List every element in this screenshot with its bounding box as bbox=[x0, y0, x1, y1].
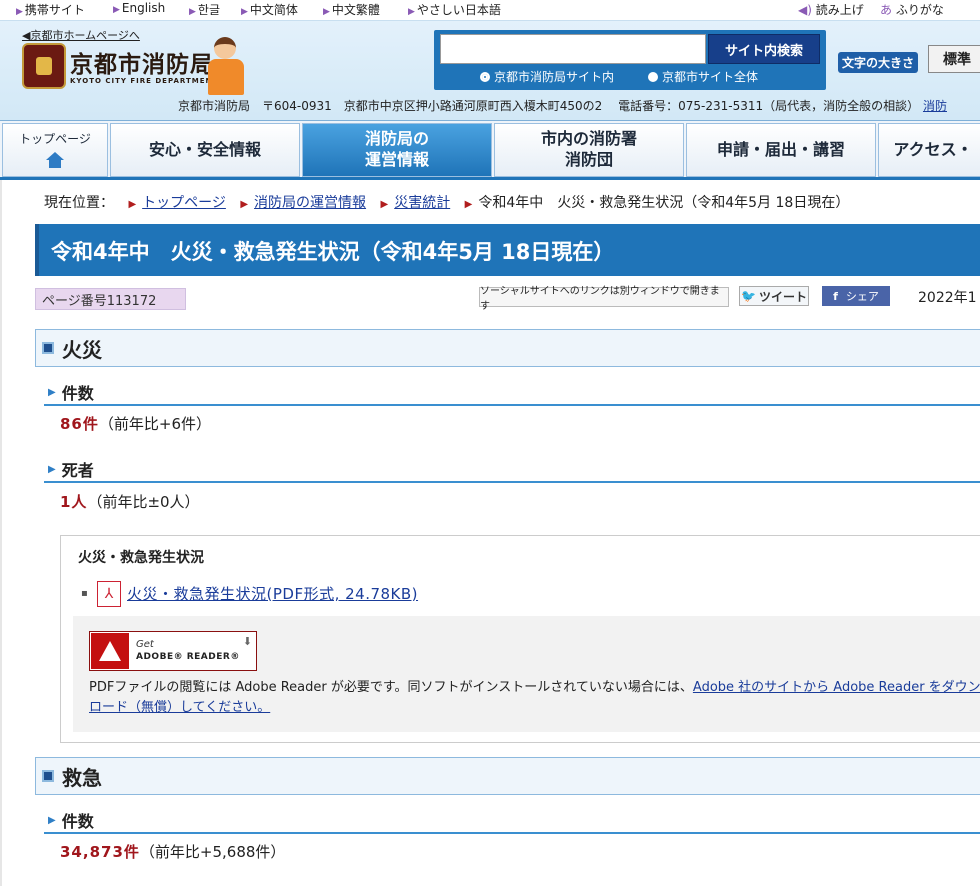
pdf-icon: ⅄ bbox=[97, 581, 121, 607]
font-size-label: 文字の大きさ bbox=[838, 52, 919, 73]
breadcrumb-link-statistics[interactable]: 災害統計 bbox=[394, 195, 450, 211]
triangle-icon: ▶ bbox=[189, 7, 196, 17]
triangle-icon: ▶ bbox=[16, 7, 23, 17]
triangle-icon: ▶ bbox=[240, 199, 249, 210]
consultation-link[interactable]: 消防 bbox=[923, 99, 947, 113]
search-scope-kyoto-city[interactable]: 京都市サイト全体 bbox=[648, 68, 758, 85]
breadcrumb-current: 令和4年中 火災・救急発生状況（令和4年5月 18日現在） bbox=[478, 195, 850, 211]
breadcrumb-link-top[interactable]: トップページ bbox=[142, 195, 226, 211]
mascot-image bbox=[204, 37, 250, 99]
triangle-icon: ▶ bbox=[48, 814, 56, 826]
breadcrumb-link-operations[interactable]: 消防局の運営情報 bbox=[254, 195, 366, 211]
square-bullet-icon bbox=[42, 770, 54, 782]
radio-selected-icon bbox=[480, 72, 490, 82]
triangle-icon: ▶ bbox=[48, 386, 56, 398]
read-aloud-button[interactable]: ◀) 読み上げ bbox=[798, 1, 864, 18]
pdf-download-link[interactable]: 火災・救急発生状況(PDF形式, 24.78KB) bbox=[127, 583, 418, 604]
lang-easy-japanese[interactable]: ▶ やさしい日本語 bbox=[408, 1, 501, 18]
adobe-reader-text: PDFファイルの閲覧には Adobe Reader が必要です。同ソフトがインス… bbox=[89, 680, 980, 715]
social-link-note: ソーシャルサイトへのリンクは別ウィンドウで開きます bbox=[479, 286, 729, 312]
subheading-ems-count: ▶ 件数 bbox=[44, 808, 980, 834]
section-heading-fire: 火災 bbox=[35, 329, 980, 367]
nav-safety-info[interactable]: 安心・安全情報 bbox=[110, 123, 300, 177]
fire-deaths-stat: 1人（前年比±0人） bbox=[60, 493, 200, 511]
triangle-icon: ▶ bbox=[380, 199, 389, 210]
section-heading-ems: 救急 bbox=[35, 757, 980, 795]
ems-count-stat: 34,873件（前年比+5,688件） bbox=[60, 843, 286, 861]
site-search-button[interactable]: サイト内検索 bbox=[708, 34, 820, 64]
nav-access[interactable]: アクセス・ bbox=[878, 123, 980, 177]
lang-chinese-traditional[interactable]: ▶ 中文繁體 bbox=[323, 1, 380, 18]
utility-bar: ▶ 携帯サイト ▶ English ▶ 한글 ▶ 中文简体 ▶ 中文繁體 ▶ やさしい日本語… bbox=[0, 0, 980, 20]
furigana-icon: あ bbox=[880, 3, 893, 17]
triangle-icon: ▶ bbox=[48, 463, 56, 475]
lang-chinese-simplified[interactable]: ▶ 中文简体 bbox=[241, 1, 298, 18]
facebook-icon: f bbox=[833, 289, 838, 303]
triangle-icon: ▶ bbox=[241, 7, 248, 17]
font-size-standard-button[interactable]: 標準 bbox=[928, 45, 980, 73]
subheading-fire-deaths: ▶ 死者 bbox=[44, 457, 980, 483]
square-bullet-icon bbox=[42, 342, 54, 354]
tweet-button[interactable]: 🐦 ツイート bbox=[739, 286, 809, 306]
nav-operations-info[interactable]: 消防局の 運営情報 bbox=[302, 123, 492, 177]
search-panel: サイト内検索 京都市消防局サイト内 京都市サイト全体 bbox=[434, 30, 826, 90]
breadcrumb: 現在位置： ▶ トップページ ▶ 消防局の運営情報 ▶ 災害統計 ▶ 令和4年中 火災・… bbox=[44, 195, 850, 211]
triangle-icon: ▶ bbox=[323, 7, 330, 17]
nav-top-page[interactable]: トップページ bbox=[2, 123, 108, 177]
lang-english[interactable]: ▶ English bbox=[113, 1, 165, 15]
page-left-edge bbox=[0, 180, 2, 886]
subheading-fire-count: ▶ 件数 bbox=[44, 380, 980, 406]
city-home-link[interactable]: ◀京都市ホームページへ bbox=[22, 27, 140, 43]
home-icon bbox=[46, 151, 64, 168]
search-scope-fire-dept[interactable]: 京都市消防局サイト内 bbox=[480, 68, 614, 85]
document-title: 火災・救急発生状況 bbox=[78, 550, 204, 566]
furigana-button[interactable]: あ ふりがな bbox=[880, 1, 944, 18]
document-box: 火災・救急発生状況 ▪ ⅄ 火災・救急発生状況(PDF形式, 24.78KB) … bbox=[60, 535, 980, 743]
fire-department-emblem-icon bbox=[22, 43, 66, 89]
lang-korean[interactable]: ▶ 한글 bbox=[189, 1, 220, 18]
triangle-icon: ▶ bbox=[113, 5, 120, 15]
triangle-icon: ▶ bbox=[408, 7, 415, 17]
contact-address: 京都市消防局 〒604-0931 京都市中京区押小路通河原町西入榎木町450の2… bbox=[178, 99, 947, 113]
list-bullet: ▪ bbox=[81, 588, 88, 599]
download-arrow-icon: ⬇ bbox=[242, 635, 252, 648]
adobe-logo-icon bbox=[91, 633, 129, 669]
page-number-badge: ページ番号113172 bbox=[35, 288, 186, 310]
twitter-bird-icon: 🐦 bbox=[741, 289, 756, 303]
adobe-reader-notice: Get ADOBE® READER® ⬇ PDFファイルの閲覧には Adobe … bbox=[73, 616, 980, 732]
global-nav: トップページ 安心・安全情報 消防局の 運営情報 市内の消防署 消防団 申請・届… bbox=[0, 120, 980, 180]
lang-mobile[interactable]: ▶ 携帯サイト bbox=[16, 1, 85, 18]
triangle-icon: ▶ bbox=[464, 199, 473, 210]
site-logo-subtitle: KYOTO CITY FIRE DEPARTMENT bbox=[70, 77, 219, 85]
radio-unselected-icon bbox=[648, 72, 658, 82]
update-date: 2022年1 bbox=[918, 290, 977, 306]
speaker-icon: ◀) bbox=[798, 3, 812, 17]
search-input[interactable] bbox=[440, 34, 706, 64]
nav-fire-stations[interactable]: 市内の消防署 消防団 bbox=[494, 123, 684, 177]
site-logo-title[interactable]: 京都市消防局 bbox=[70, 45, 214, 79]
fire-count-stat: 86件（前年比+6件） bbox=[60, 415, 211, 433]
facebook-share-button[interactable]: f シェア bbox=[822, 286, 890, 306]
page-title: 令和4年中 火災・救急発生状況（令和4年5月 18日現在） bbox=[35, 224, 980, 276]
nav-applications[interactable]: 申請・届出・講習 bbox=[686, 123, 876, 177]
triangle-icon: ▶ bbox=[128, 199, 137, 210]
site-header: ◀京都市ホームページへ 京都市消防局 KYOTO CITY FIRE DEPAR… bbox=[0, 20, 980, 120]
get-adobe-reader-button[interactable]: Get ADOBE® READER® ⬇ bbox=[89, 631, 257, 671]
